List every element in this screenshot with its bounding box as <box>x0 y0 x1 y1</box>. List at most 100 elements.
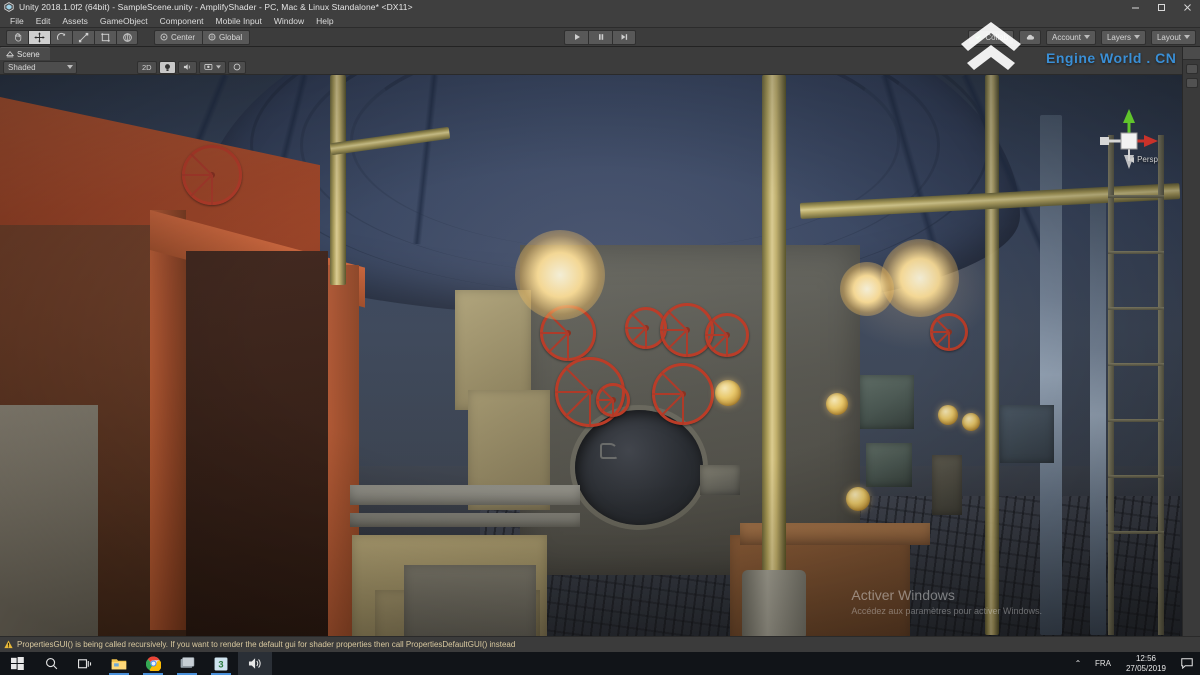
menu-gameobject[interactable]: GameObject <box>94 14 154 28</box>
persp-text: Persp <box>1137 155 1158 164</box>
scene-icon <box>6 50 14 58</box>
minimize-button[interactable] <box>1122 0 1148 14</box>
move-tool-button[interactable] <box>28 30 50 45</box>
tray-expand-button[interactable]: ⌃ <box>1068 659 1088 668</box>
pivot-mode-button[interactable]: Center <box>154 30 202 45</box>
toolbar-right-group: Collab Account Layers Layout <box>968 30 1196 45</box>
window-controls <box>1122 0 1200 14</box>
scale-tool-button[interactable] <box>72 30 94 45</box>
transform-tools <box>6 30 138 45</box>
ceiling-lamp <box>840 262 894 316</box>
pivot-controls: Center Global <box>154 30 250 45</box>
menu-file[interactable]: File <box>4 14 30 28</box>
menu-mobile-input[interactable]: Mobile Input <box>210 14 268 28</box>
toggle-audio-button[interactable] <box>178 61 197 74</box>
layout-button[interactable]: Layout <box>1151 30 1196 45</box>
lamp-group <box>0 75 1182 636</box>
shading-mode-dropdown[interactable]: Shaded <box>3 61 77 74</box>
search-icon <box>45 657 58 670</box>
scene-viewport[interactable]: Persp Activer Windows Accédez aux paramè… <box>0 75 1182 636</box>
status-bar[interactable]: PropertiesGUI() is being called recursiv… <box>0 636 1200 652</box>
menu-window[interactable]: Window <box>268 14 310 28</box>
collab-label: Collab <box>985 33 1008 42</box>
layout-label: Layout <box>1157 33 1181 42</box>
close-button[interactable] <box>1174 0 1200 14</box>
unity-editor-window: Unity 2018.1.0f2 (64bit) - SampleScene.u… <box>0 0 1200 675</box>
transform-tool-button[interactable] <box>116 30 138 45</box>
windows-taskbar: 3 ⌃ FRA 12:56 27/05/2019 <box>0 652 1200 675</box>
playback-controls <box>564 30 636 45</box>
notification-icon <box>1181 658 1193 669</box>
tray-date: 27/05/2019 <box>1126 664 1166 674</box>
toggle-gizmos-button[interactable] <box>228 61 246 74</box>
tray-language[interactable]: FRA <box>1088 659 1118 668</box>
pivot-rotation-label: Global <box>219 33 242 42</box>
chrome-icon <box>146 656 161 671</box>
toggle-2d-label: 2D <box>142 63 152 72</box>
notification-button[interactable] <box>1174 658 1200 669</box>
account-label: Account <box>1052 33 1081 42</box>
tab-scene[interactable]: Scene <box>0 47 50 60</box>
warning-icon <box>4 640 13 649</box>
right-panel-strip <box>1182 47 1200 636</box>
strip-button[interactable] <box>1186 64 1198 74</box>
scene-toolbar: Shaded 2D <box>0 60 1182 75</box>
strip-button[interactable] <box>1186 78 1198 88</box>
svg-text:3: 3 <box>218 659 223 669</box>
taskview-icon <box>78 658 92 670</box>
toggle-effects-button[interactable] <box>199 61 226 74</box>
ceiling-lamp <box>881 239 959 317</box>
collab-button[interactable]: Collab <box>968 30 1014 45</box>
unity-icon <box>4 2 14 12</box>
rect-tool-button[interactable] <box>94 30 116 45</box>
menu-component[interactable]: Component <box>154 14 210 28</box>
system-tray: ⌃ FRA 12:56 27/05/2019 <box>1068 652 1200 675</box>
windows-icon <box>11 657 24 670</box>
toggle-lighting-button[interactable] <box>159 61 176 74</box>
cloud-button[interactable] <box>1019 30 1041 45</box>
inspector-tab-strip[interactable] <box>1183 47 1200 60</box>
pivot-mode-label: Center <box>171 33 195 42</box>
app-button[interactable] <box>170 652 204 675</box>
menu-assets[interactable]: Assets <box>56 14 94 28</box>
step-button[interactable] <box>612 30 636 45</box>
rotate-tool-button[interactable] <box>50 30 72 45</box>
pause-button[interactable] <box>588 30 612 45</box>
ceiling-lamp <box>515 230 605 320</box>
title-bar: Unity 2018.1.0f2 (64bit) - SampleScene.u… <box>0 0 1200 14</box>
main-toolbar: Center Global Collab <box>0 28 1200 47</box>
folder-icon <box>111 657 127 670</box>
start-button[interactable] <box>0 652 34 675</box>
tray-clock[interactable]: 12:56 27/05/2019 <box>1118 654 1174 674</box>
status-message: PropertiesGUI() is being called recursiv… <box>17 640 515 649</box>
tray-time: 12:56 <box>1126 654 1166 664</box>
scene-view-gizmo[interactable] <box>1098 105 1160 177</box>
shading-mode-label: Shaded <box>8 63 36 72</box>
play-button[interactable] <box>564 30 588 45</box>
maximize-button[interactable] <box>1148 0 1174 14</box>
account-button[interactable]: Account <box>1046 30 1096 45</box>
chrome-button[interactable] <box>136 652 170 675</box>
media-button[interactable] <box>238 652 272 675</box>
file-explorer-button[interactable] <box>102 652 136 675</box>
light-icon <box>164 63 171 72</box>
pivot-rotation-button[interactable]: Global <box>202 30 250 45</box>
search-button[interactable] <box>34 652 68 675</box>
menu-bar: File Edit Assets GameObject Component Mo… <box>0 14 1200 28</box>
task-view-button[interactable] <box>68 652 102 675</box>
layers-button[interactable]: Layers <box>1101 30 1146 45</box>
menu-help[interactable]: Help <box>310 14 339 28</box>
hand-tool-button[interactable] <box>6 30 28 45</box>
projection-mode-label[interactable]: Persp <box>1129 155 1158 164</box>
window-icon <box>180 657 195 670</box>
toggle-2d-button[interactable]: 2D <box>137 61 157 74</box>
speaker-icon <box>248 657 262 670</box>
watermark-latin-text: Engine World . CN <box>1046 50 1176 66</box>
menu-edit[interactable]: Edit <box>30 14 57 28</box>
audio-icon <box>183 63 192 71</box>
window-title: Unity 2018.1.0f2 (64bit) - SampleScene.u… <box>19 0 413 14</box>
unity-button[interactable]: 3 <box>204 652 238 675</box>
scene-tab-row: Scene <box>0 47 1182 60</box>
gizmo-icon <box>233 63 241 71</box>
layers-label: Layers <box>1107 33 1131 42</box>
